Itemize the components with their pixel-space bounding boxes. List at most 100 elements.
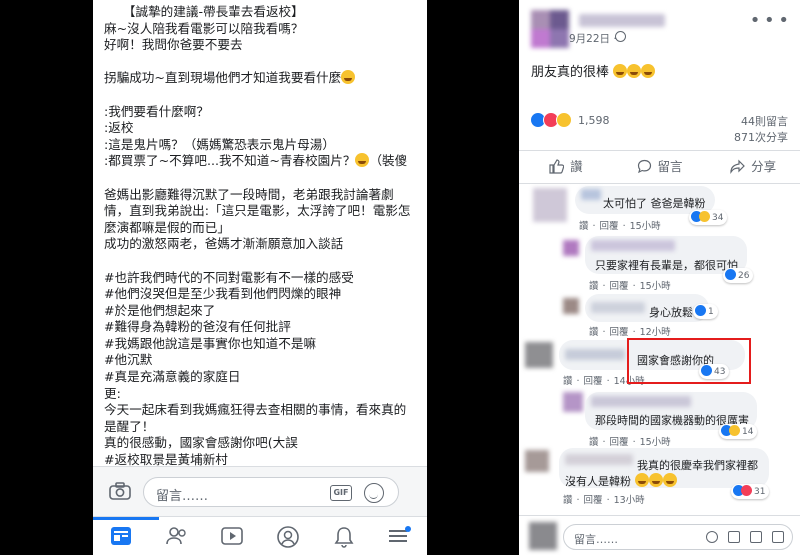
- menu-icon: [389, 526, 412, 542]
- comment-input[interactable]: 留言…… GIF: [143, 477, 399, 507]
- comment-text: 只要家裡有長輩是，都很可怕: [595, 259, 738, 272]
- avatar[interactable]: [525, 342, 553, 368]
- avatar[interactable]: [533, 188, 567, 222]
- gif-icon[interactable]: [750, 531, 762, 543]
- comment-like-link[interactable]: 讚: [589, 281, 599, 292]
- watch-icon: [221, 527, 243, 545]
- comment-item: 身心放鬆 1 讚 · 回覆 · 12小時: [519, 294, 800, 338]
- comment-icon: [637, 159, 651, 174]
- tongue-emoji-icon: [341, 70, 356, 85]
- comment-composer: 留言……: [519, 515, 800, 555]
- comment-item: 我真的很慶幸我們家裡都 沒有人是韓粉 31 讚 · 回覆 · 13小時: [519, 448, 800, 506]
- comment-reactions[interactable]: 34: [689, 210, 728, 225]
- crying-emoji-icon: [634, 473, 649, 487]
- avatar[interactable]: [531, 10, 569, 48]
- laughing-emoji-icon: [641, 64, 656, 78]
- avatar[interactable]: [563, 392, 583, 412]
- globe-icon: [615, 31, 626, 42]
- author-name[interactable]: [579, 14, 665, 27]
- avatar[interactable]: [525, 450, 549, 472]
- comment-item: 那段時間的國家機器動的很厲害 14 讚 · 回覆 · 15小時: [519, 392, 800, 448]
- comment-reactions[interactable]: 31: [731, 484, 770, 499]
- thinking-emoji-icon: [355, 153, 370, 168]
- thumbs-up-icon: [549, 159, 565, 174]
- commenter-name[interactable]: [591, 396, 691, 407]
- like-button[interactable]: 讚: [519, 151, 613, 183]
- share-button[interactable]: 分享: [706, 151, 800, 183]
- comment-text: 身心放鬆: [649, 306, 693, 319]
- avatar[interactable]: [563, 298, 579, 314]
- emoji-icon[interactable]: [364, 483, 384, 503]
- post-line: #於是他們想起來了: [104, 302, 216, 318]
- share-icon: [730, 159, 746, 174]
- friends-icon: [165, 527, 186, 545]
- avatar[interactable]: [563, 240, 579, 256]
- haha-reaction-icon: [556, 112, 572, 128]
- nav-watch[interactable]: [204, 517, 260, 555]
- camera-icon[interactable]: [109, 482, 131, 500]
- post-line: #他沉默: [104, 352, 153, 368]
- comment-time[interactable]: 15小時: [630, 221, 661, 232]
- comment-input[interactable]: 留言……: [563, 524, 793, 550]
- right-screenshot: 9月22日 · • • • 朋友真的很棒 1,598 44則留言 871次分享 …: [519, 0, 800, 555]
- post-line: 拐騙成功~直到現場他們才知道我要看什麼: [104, 70, 422, 87]
- reaction-count[interactable]: 1,598: [578, 114, 610, 127]
- post-line: :我們要看什麼啊？: [104, 103, 209, 119]
- comment-time[interactable]: 15小時: [640, 281, 671, 292]
- comment-placeholder: 留言……: [574, 533, 618, 546]
- nav-friends[interactable]: [149, 517, 205, 555]
- comment-meta: 讚 · 回覆 · 12小時: [589, 327, 671, 338]
- comment-like-link[interactable]: 讚: [563, 495, 573, 506]
- comment-reply-link[interactable]: 回覆: [600, 221, 619, 232]
- commenter-name[interactable]: [565, 454, 633, 465]
- post-line: :這是鬼片嗎？（媽媽驚恐表示鬼片母湯）: [104, 136, 335, 152]
- laughing-emoji-icon: [613, 64, 628, 78]
- crying-emoji-icon: [648, 473, 663, 487]
- post-date[interactable]: 9月22日 ·: [569, 31, 617, 46]
- comment-like-link[interactable]: 讚: [563, 376, 573, 387]
- comment-reply-link[interactable]: 回覆: [610, 281, 629, 292]
- commenter-name[interactable]: [591, 302, 645, 313]
- comment-meta: 讚 · 回覆 · 15小時: [589, 281, 671, 292]
- gif-icon[interactable]: GIF: [330, 485, 352, 501]
- comment-composer: 留言…… GIF: [93, 466, 427, 516]
- avatar: [529, 522, 557, 550]
- comments-count[interactable]: 44則留言: [741, 113, 788, 129]
- post-line: 好啊！我問你爸要不要去: [104, 37, 243, 53]
- comment-time[interactable]: 13小時: [614, 495, 645, 506]
- comment-button[interactable]: 留言: [613, 151, 707, 183]
- more-options-icon[interactable]: • • •: [750, 10, 789, 31]
- comment-placeholder: 留言……: [156, 489, 209, 504]
- comment-like-link[interactable]: 讚: [579, 221, 589, 232]
- comment-reply-link[interactable]: 回覆: [584, 376, 603, 387]
- sticker-icon[interactable]: [772, 531, 784, 543]
- comment-meta: 讚 · 回覆 · 15小時: [589, 437, 671, 448]
- post-line: 【誠摯的建議-帶長輩去看返校】: [104, 4, 304, 19]
- commenter-name[interactable]: [581, 189, 601, 200]
- comment-like-link[interactable]: 讚: [589, 437, 599, 448]
- comment-reactions[interactable]: 26: [723, 268, 754, 283]
- comment-reactions[interactable]: 1: [693, 304, 718, 319]
- nav-notifications[interactable]: [316, 517, 372, 555]
- nav-home[interactable]: [93, 517, 149, 555]
- nav-profile[interactable]: [260, 517, 316, 555]
- nav-menu[interactable]: [371, 517, 427, 555]
- post-line: 成功的激怒兩老，爸媽才漸漸願意加入談話: [104, 236, 344, 252]
- shares-count[interactable]: 871次分享: [734, 129, 788, 145]
- bottom-nav: [93, 516, 427, 555]
- comment-reply-link[interactable]: 回覆: [584, 495, 603, 506]
- comment-reply-link[interactable]: 回覆: [610, 437, 629, 448]
- camera-icon[interactable]: [728, 531, 740, 543]
- post-text: 【誠摯的建議-帶長輩去看返校】 麻~沒人陪我看電影可以陪我看嗎？ 好啊！我問你爸…: [104, 4, 422, 469]
- comment-reply-link[interactable]: 回覆: [610, 327, 629, 338]
- post-line: 爸媽出影廳難得沉默了一段時間，老弟跟我討論著劇: [104, 186, 394, 202]
- commenter-name[interactable]: [565, 349, 625, 360]
- comment-time[interactable]: 15小時: [640, 437, 671, 448]
- post-actions: 讚 留言 分享: [519, 150, 800, 184]
- comment-time[interactable]: 12小時: [640, 327, 671, 338]
- emoji-icon[interactable]: [706, 531, 718, 543]
- comment-like-link[interactable]: 讚: [589, 327, 599, 338]
- comment-reactions[interactable]: 14: [719, 424, 758, 439]
- post-line: #真是充滿意義的家庭日: [104, 369, 241, 385]
- commenter-name[interactable]: [591, 240, 675, 251]
